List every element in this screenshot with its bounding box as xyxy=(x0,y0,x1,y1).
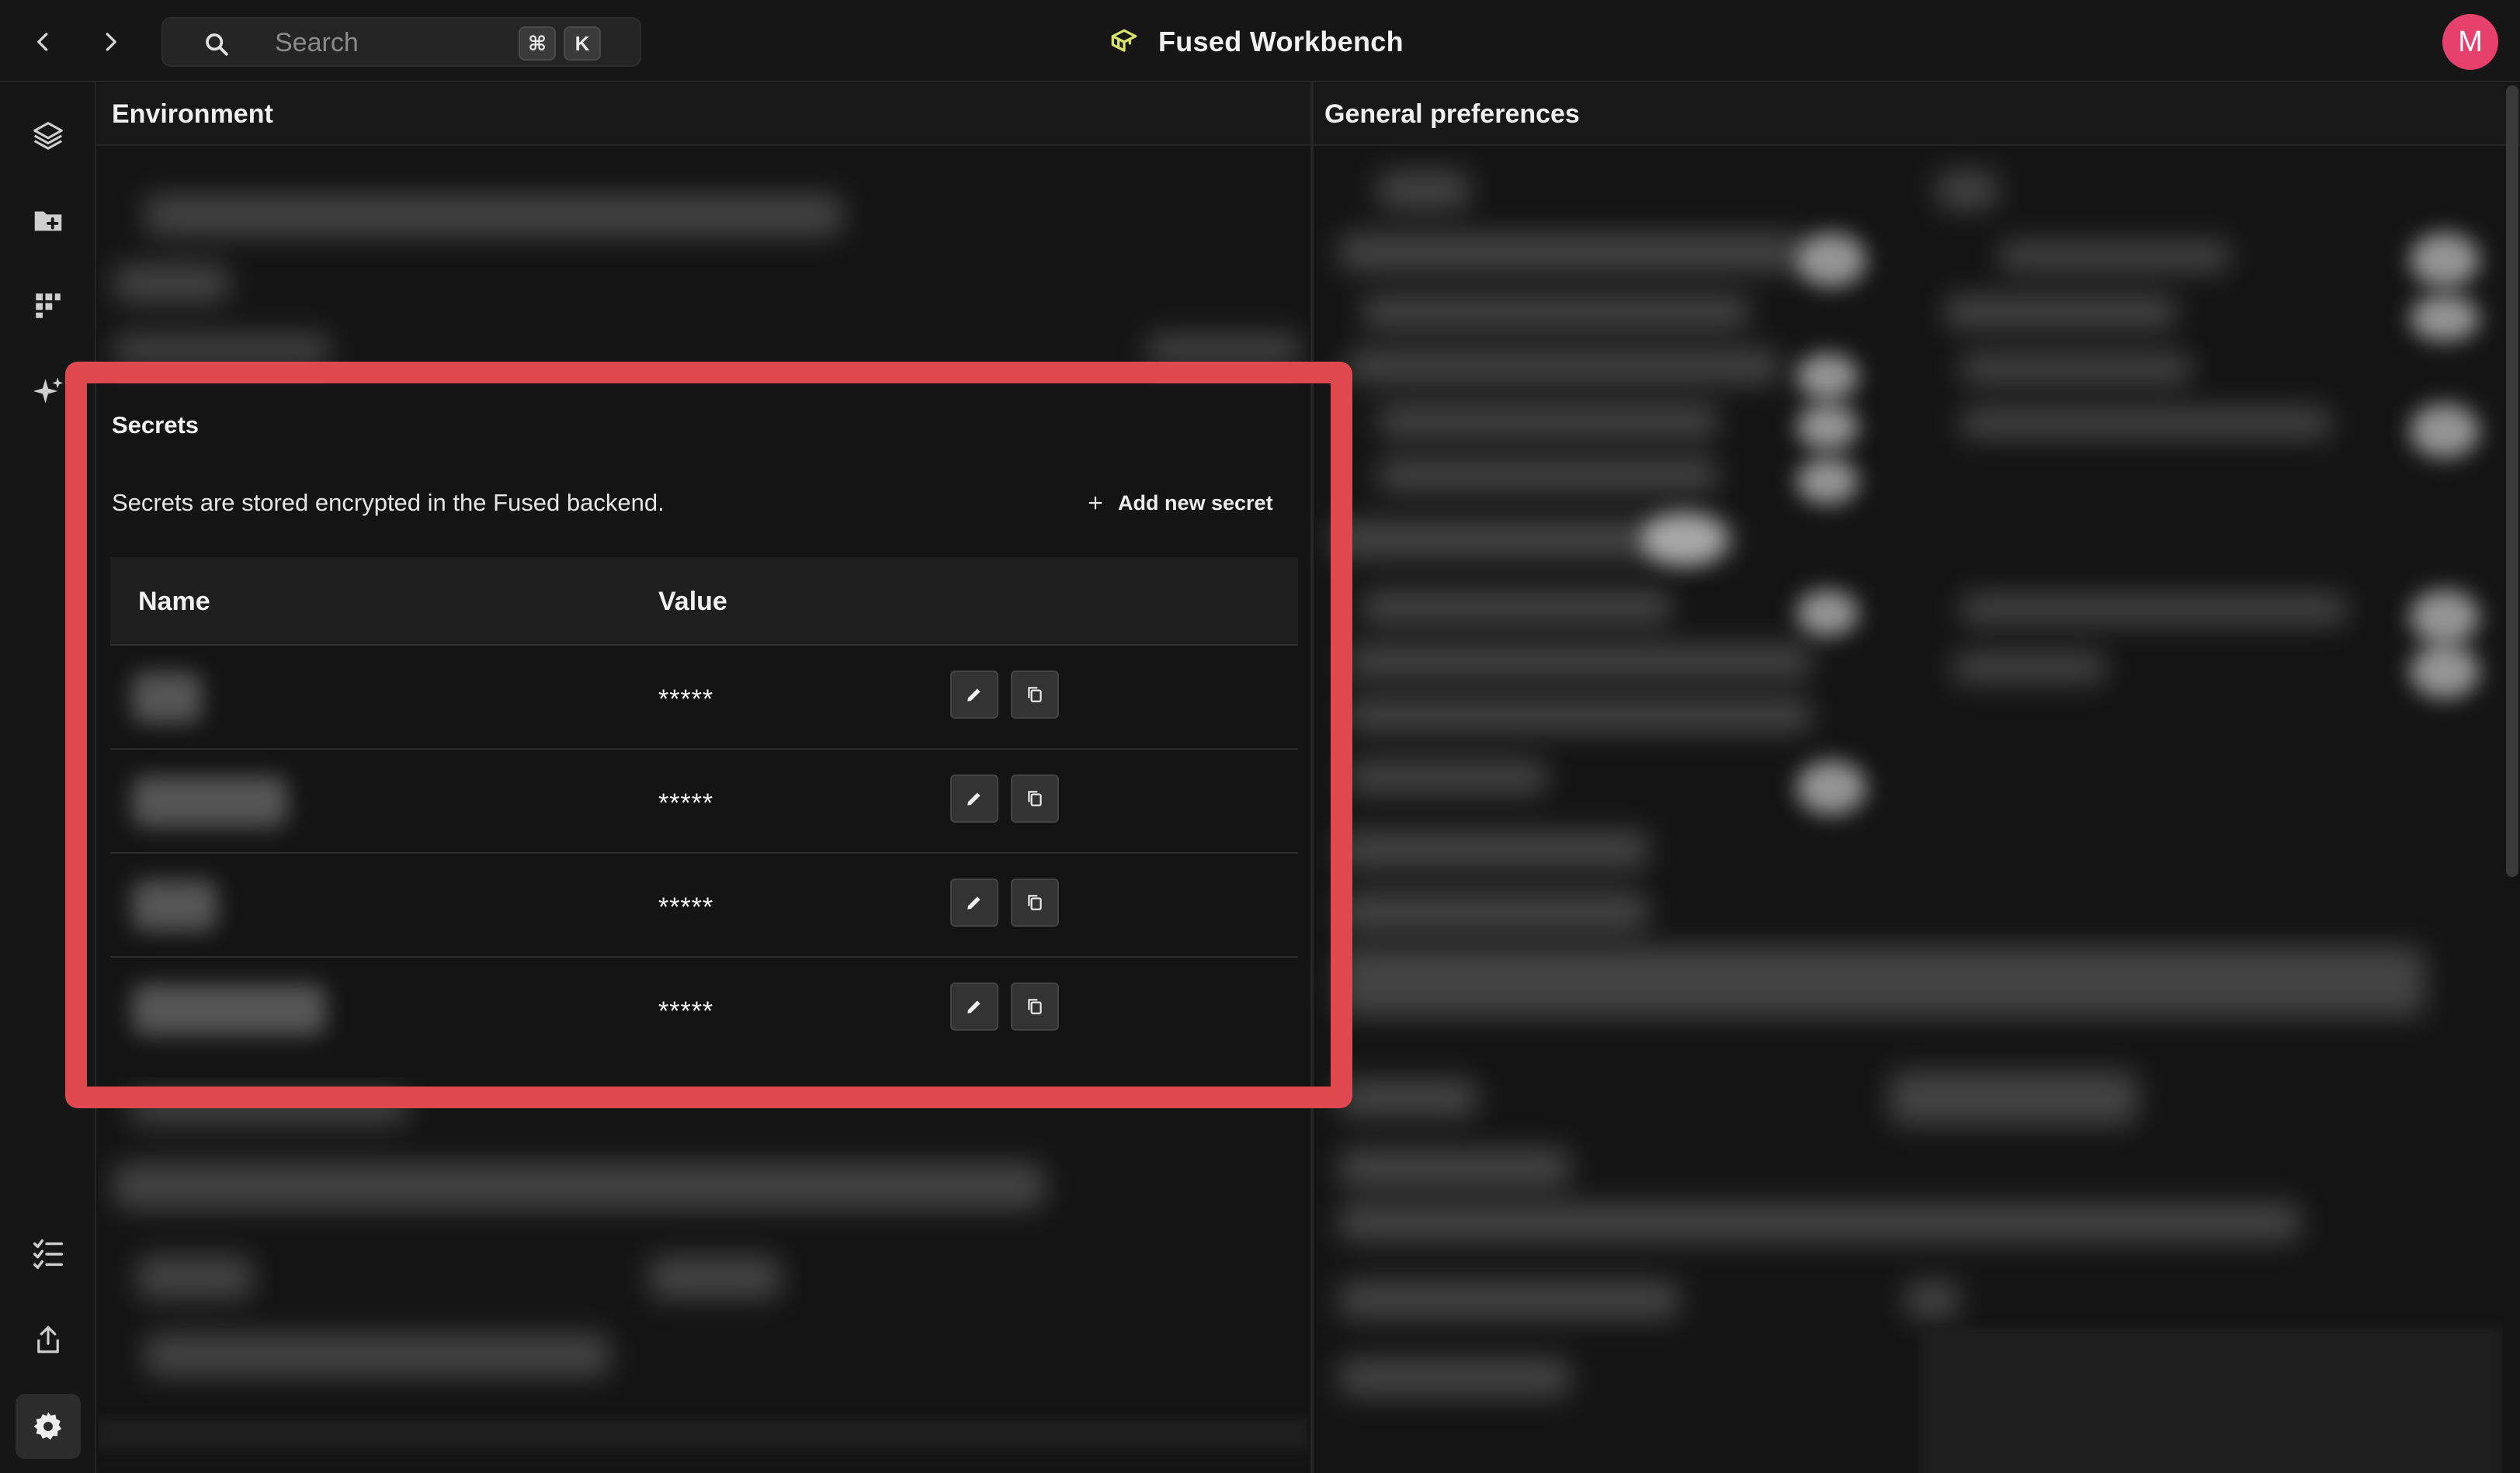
shortcut-k-key: K xyxy=(564,26,601,61)
sidebar-item-ai[interactable] xyxy=(16,359,81,424)
edit-secret-button[interactable] xyxy=(950,879,998,927)
sidebar-item-settings[interactable] xyxy=(16,1394,81,1459)
copy-secret-button[interactable] xyxy=(1011,983,1059,1031)
secret-value: ***** xyxy=(658,996,714,1026)
edit-secret-button[interactable] xyxy=(950,983,998,1031)
secret-value: ***** xyxy=(658,788,714,818)
search-input[interactable] xyxy=(275,25,508,61)
secret-value: ***** xyxy=(658,892,714,922)
chevron-left-icon xyxy=(37,33,48,51)
table-row: ***** xyxy=(110,646,1298,750)
forward-button[interactable] xyxy=(87,19,134,65)
preferences-panel-header: General preferences xyxy=(1314,84,2520,146)
table-row: ***** xyxy=(110,958,1298,1062)
blurred-content-preferences xyxy=(1315,147,2503,1473)
shortcut-cmd-key: ⌘ xyxy=(519,26,556,61)
app-title: Fused Workbench xyxy=(1158,26,1404,57)
copy-secret-button[interactable] xyxy=(1011,879,1059,927)
search-box[interactable]: ⌘ K xyxy=(161,17,641,67)
secrets-title: Secrets xyxy=(112,411,200,438)
share-icon xyxy=(37,1326,59,1353)
preferences-scrollbar[interactable] xyxy=(2506,85,2518,877)
add-new-secret-label: Add new secret xyxy=(1118,490,1273,515)
sidebar-item-layers[interactable] xyxy=(16,102,81,168)
pencil-icon xyxy=(967,896,981,910)
sidebar-item-add-folder[interactable] xyxy=(16,188,81,253)
secret-name-redacted xyxy=(132,672,202,723)
column-header-name: Name xyxy=(138,587,210,616)
blurred-content-env-top xyxy=(98,147,1309,396)
folder-add-icon xyxy=(34,211,62,231)
table-header: Name Value xyxy=(110,557,1298,646)
sparkle-icon xyxy=(33,377,64,404)
edit-secret-button[interactable] xyxy=(950,775,998,823)
top-bar: ⌘ K Fused Workbench M xyxy=(0,0,2520,82)
preferences-title: General preferences xyxy=(1324,99,1580,129)
table-row: ***** xyxy=(110,854,1298,958)
copy-icon xyxy=(1028,895,1042,910)
pencil-icon xyxy=(967,1000,981,1014)
fused-logo-icon xyxy=(1111,29,1137,52)
copy-secret-button[interactable] xyxy=(1011,671,1059,719)
pencil-icon xyxy=(967,688,981,702)
gear-icon xyxy=(33,1412,62,1440)
sidebar-item-blocks[interactable] xyxy=(16,273,81,338)
environment-title: Environment xyxy=(112,99,273,129)
copy-icon xyxy=(1028,999,1042,1014)
column-header-value: Value xyxy=(658,587,727,616)
secret-name-redacted xyxy=(132,984,326,1035)
app-title-group: Fused Workbench xyxy=(1107,20,1404,64)
secret-name-redacted xyxy=(132,880,217,931)
layers-icon xyxy=(33,122,63,150)
sidebar-item-jobs[interactable] xyxy=(16,1222,81,1287)
sidebar-item-share[interactable] xyxy=(16,1307,81,1372)
plus-icon xyxy=(1088,496,1102,510)
blocks-icon xyxy=(36,293,61,318)
secret-name-redacted xyxy=(132,776,287,827)
edit-secret-button[interactable] xyxy=(950,671,998,719)
table-row: ***** xyxy=(110,750,1298,854)
secret-value: ***** xyxy=(658,685,714,714)
back-button[interactable] xyxy=(20,19,67,65)
panel-divider[interactable] xyxy=(1310,82,1314,1473)
environment-panel-header: Environment xyxy=(96,84,1312,146)
copy-secret-button[interactable] xyxy=(1011,775,1059,823)
app-window: ⌘ K Fused Workbench M xyxy=(0,0,2520,1473)
checklist-icon xyxy=(33,1239,63,1269)
search-icon xyxy=(206,33,228,56)
add-new-secret-button[interactable]: Add new secret xyxy=(1087,486,1273,520)
secrets-table: Name Value ***** ***** ***** ***** xyxy=(110,557,1298,1062)
user-avatar[interactable]: M xyxy=(2442,14,2498,70)
copy-icon xyxy=(1028,791,1042,806)
chevron-right-icon xyxy=(106,33,116,51)
left-sidebar xyxy=(0,82,96,1473)
copy-icon xyxy=(1028,687,1042,702)
blurred-content-env-bottom xyxy=(98,1077,1309,1473)
secrets-description: Secrets are stored encrypted in the Fuse… xyxy=(112,489,665,516)
pencil-icon xyxy=(967,792,981,806)
